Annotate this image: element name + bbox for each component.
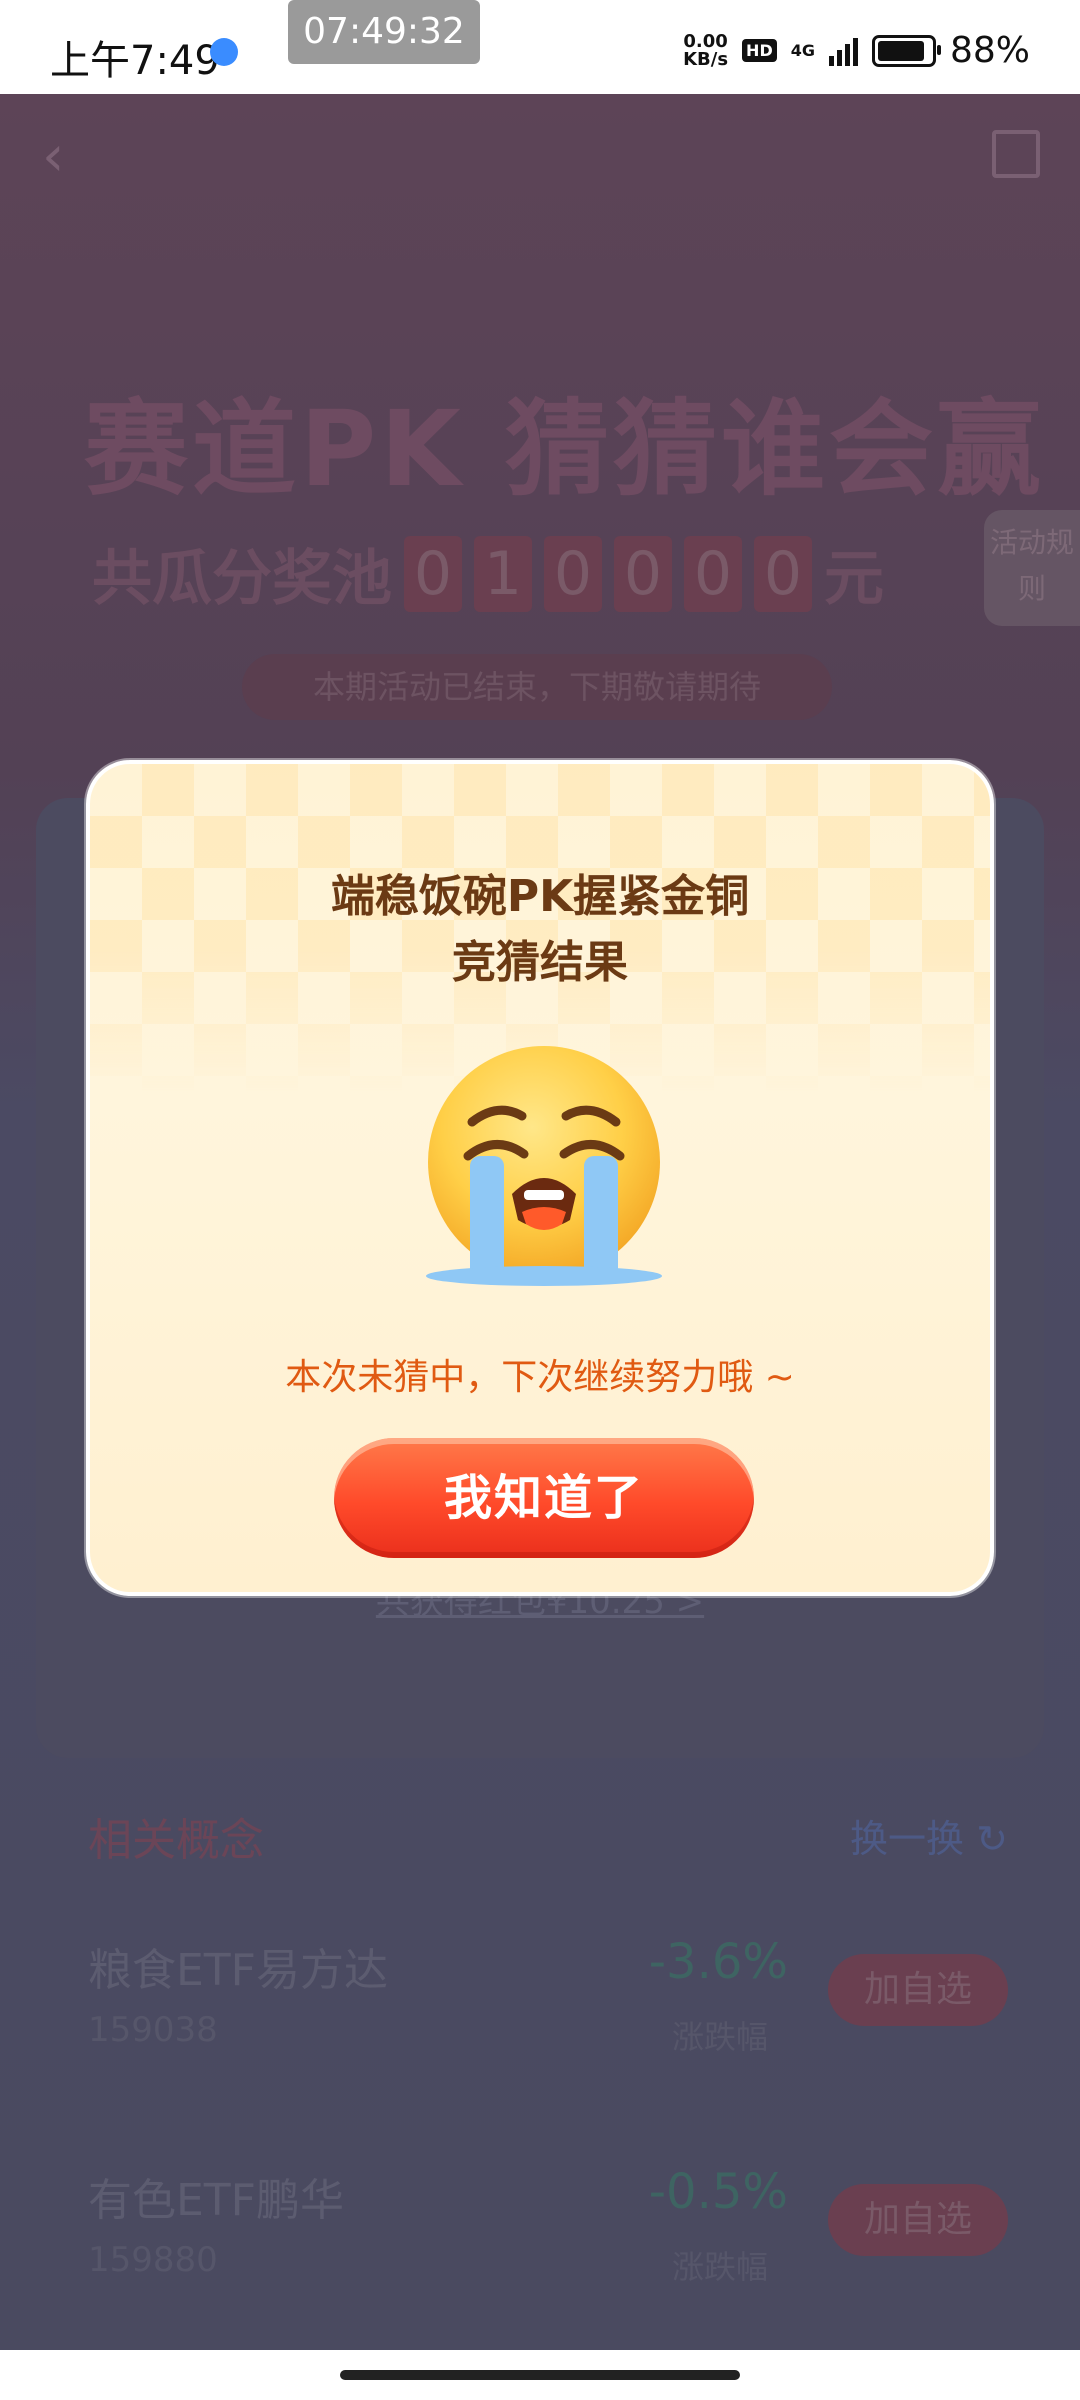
prize-digit: 1 [474,535,532,612]
crying-face-icon [426,1046,662,1286]
fund-name: 有色ETF鹏华 [88,2175,344,2226]
network-speed-unit: KB/s [683,48,729,70]
fund-change: -3.6% [648,1934,788,1990]
event-title: 赛道PK 猜猜谁会赢 [84,388,1046,510]
fund-change-label: 涨跌幅 [671,2248,768,2286]
result-dialog: 端稳饭碗PK握紧金铜 竞猜结果 本次未猜中，下次继续努力哦 ~ 我知道了 [86,760,994,1596]
network-speed-value: 0.00 [683,30,728,52]
screen: 上午7:49 07:49:32 0.00 KB/s HD 4G 88% ‹ 赛道… [0,0,1080,2400]
dialog-message: 本次未猜中，下次继续努力哦 ~ [285,1357,795,1398]
add-watchlist-button[interactable]: 加自选 [828,2184,1008,2256]
clock-overlay: 07:49:32 [288,0,480,64]
dialog-title-line1: 端稳饭碗PK握紧金铜 [330,871,750,922]
back-icon[interactable]: ‹ [42,124,64,189]
navigation-bar [0,2350,1080,2400]
prize-digit: 0 [404,535,462,612]
prize-unit: 元 [824,544,884,614]
prize-digit: 0 [684,535,742,612]
hd-badge: HD [742,39,777,62]
network-type: 4G [790,41,815,60]
refresh-icon: ↻ [976,1817,1008,1861]
prize-digit: 0 [614,535,672,612]
prize-digit: 0 [544,535,602,612]
prize-pool-label: 共瓜分奖池 [92,544,392,614]
signal-icon [828,36,858,66]
battery-percent: 88% [949,30,1030,71]
status-icons: 0.00 KB/s HD 4G 88% [683,30,1030,71]
battery-icon [871,34,941,67]
prize-digit: 0 [754,535,812,612]
list-item[interactable]: 有色ETF鹏华 159880 -0.5% 涨跌幅 加自选 [88,2164,1008,2324]
fund-name: 粮食ETF易方达 [88,1945,388,1996]
prize-pool: 共瓜分奖池 0 1 0 0 0 0 元 [92,530,884,617]
dialog-title: 端稳饭碗PK握紧金铜 竞猜结果 [90,864,990,996]
home-handle[interactable] [340,2370,740,2380]
list-item[interactable]: 粮食ETF易方达 159038 -3.6% 涨跌幅 加自选 [88,1934,1008,2094]
add-watchlist-button[interactable]: 加自选 [828,1954,1008,2026]
fund-code: 159880 [88,2240,218,2280]
fund-change-label: 涨跌幅 [671,2018,768,2056]
battery-fill [877,40,924,61]
dialog-title-line2: 竞猜结果 [452,937,628,988]
fund-change: -0.5% [648,2164,788,2220]
share-icon[interactable] [992,130,1040,178]
related-concepts: 相关概念 换一换 ↻ 粮食ETF易方达 159038 -3.6% 涨跌幅 加自选… [36,1784,1044,2344]
swap-label: 换一换 [850,1817,965,1861]
confirm-button[interactable]: 我知道了 [334,1438,754,1558]
rules-button[interactable]: 活动规则 [984,510,1080,626]
network-speed: 0.00 KB/s [683,30,729,70]
status-time: 上午7:49 [50,38,220,84]
status-bar: 上午7:49 07:49:32 0.00 KB/s HD 4G 88% [0,0,1080,94]
related-heading: 相关概念 [88,1815,264,1866]
browser-notification-icon [210,38,238,66]
swap-button[interactable]: 换一换 ↻ [850,1808,1008,1863]
fund-code: 159038 [88,2010,218,2050]
ended-notice: 本期活动已结束，下期敬请期待 [242,654,832,720]
